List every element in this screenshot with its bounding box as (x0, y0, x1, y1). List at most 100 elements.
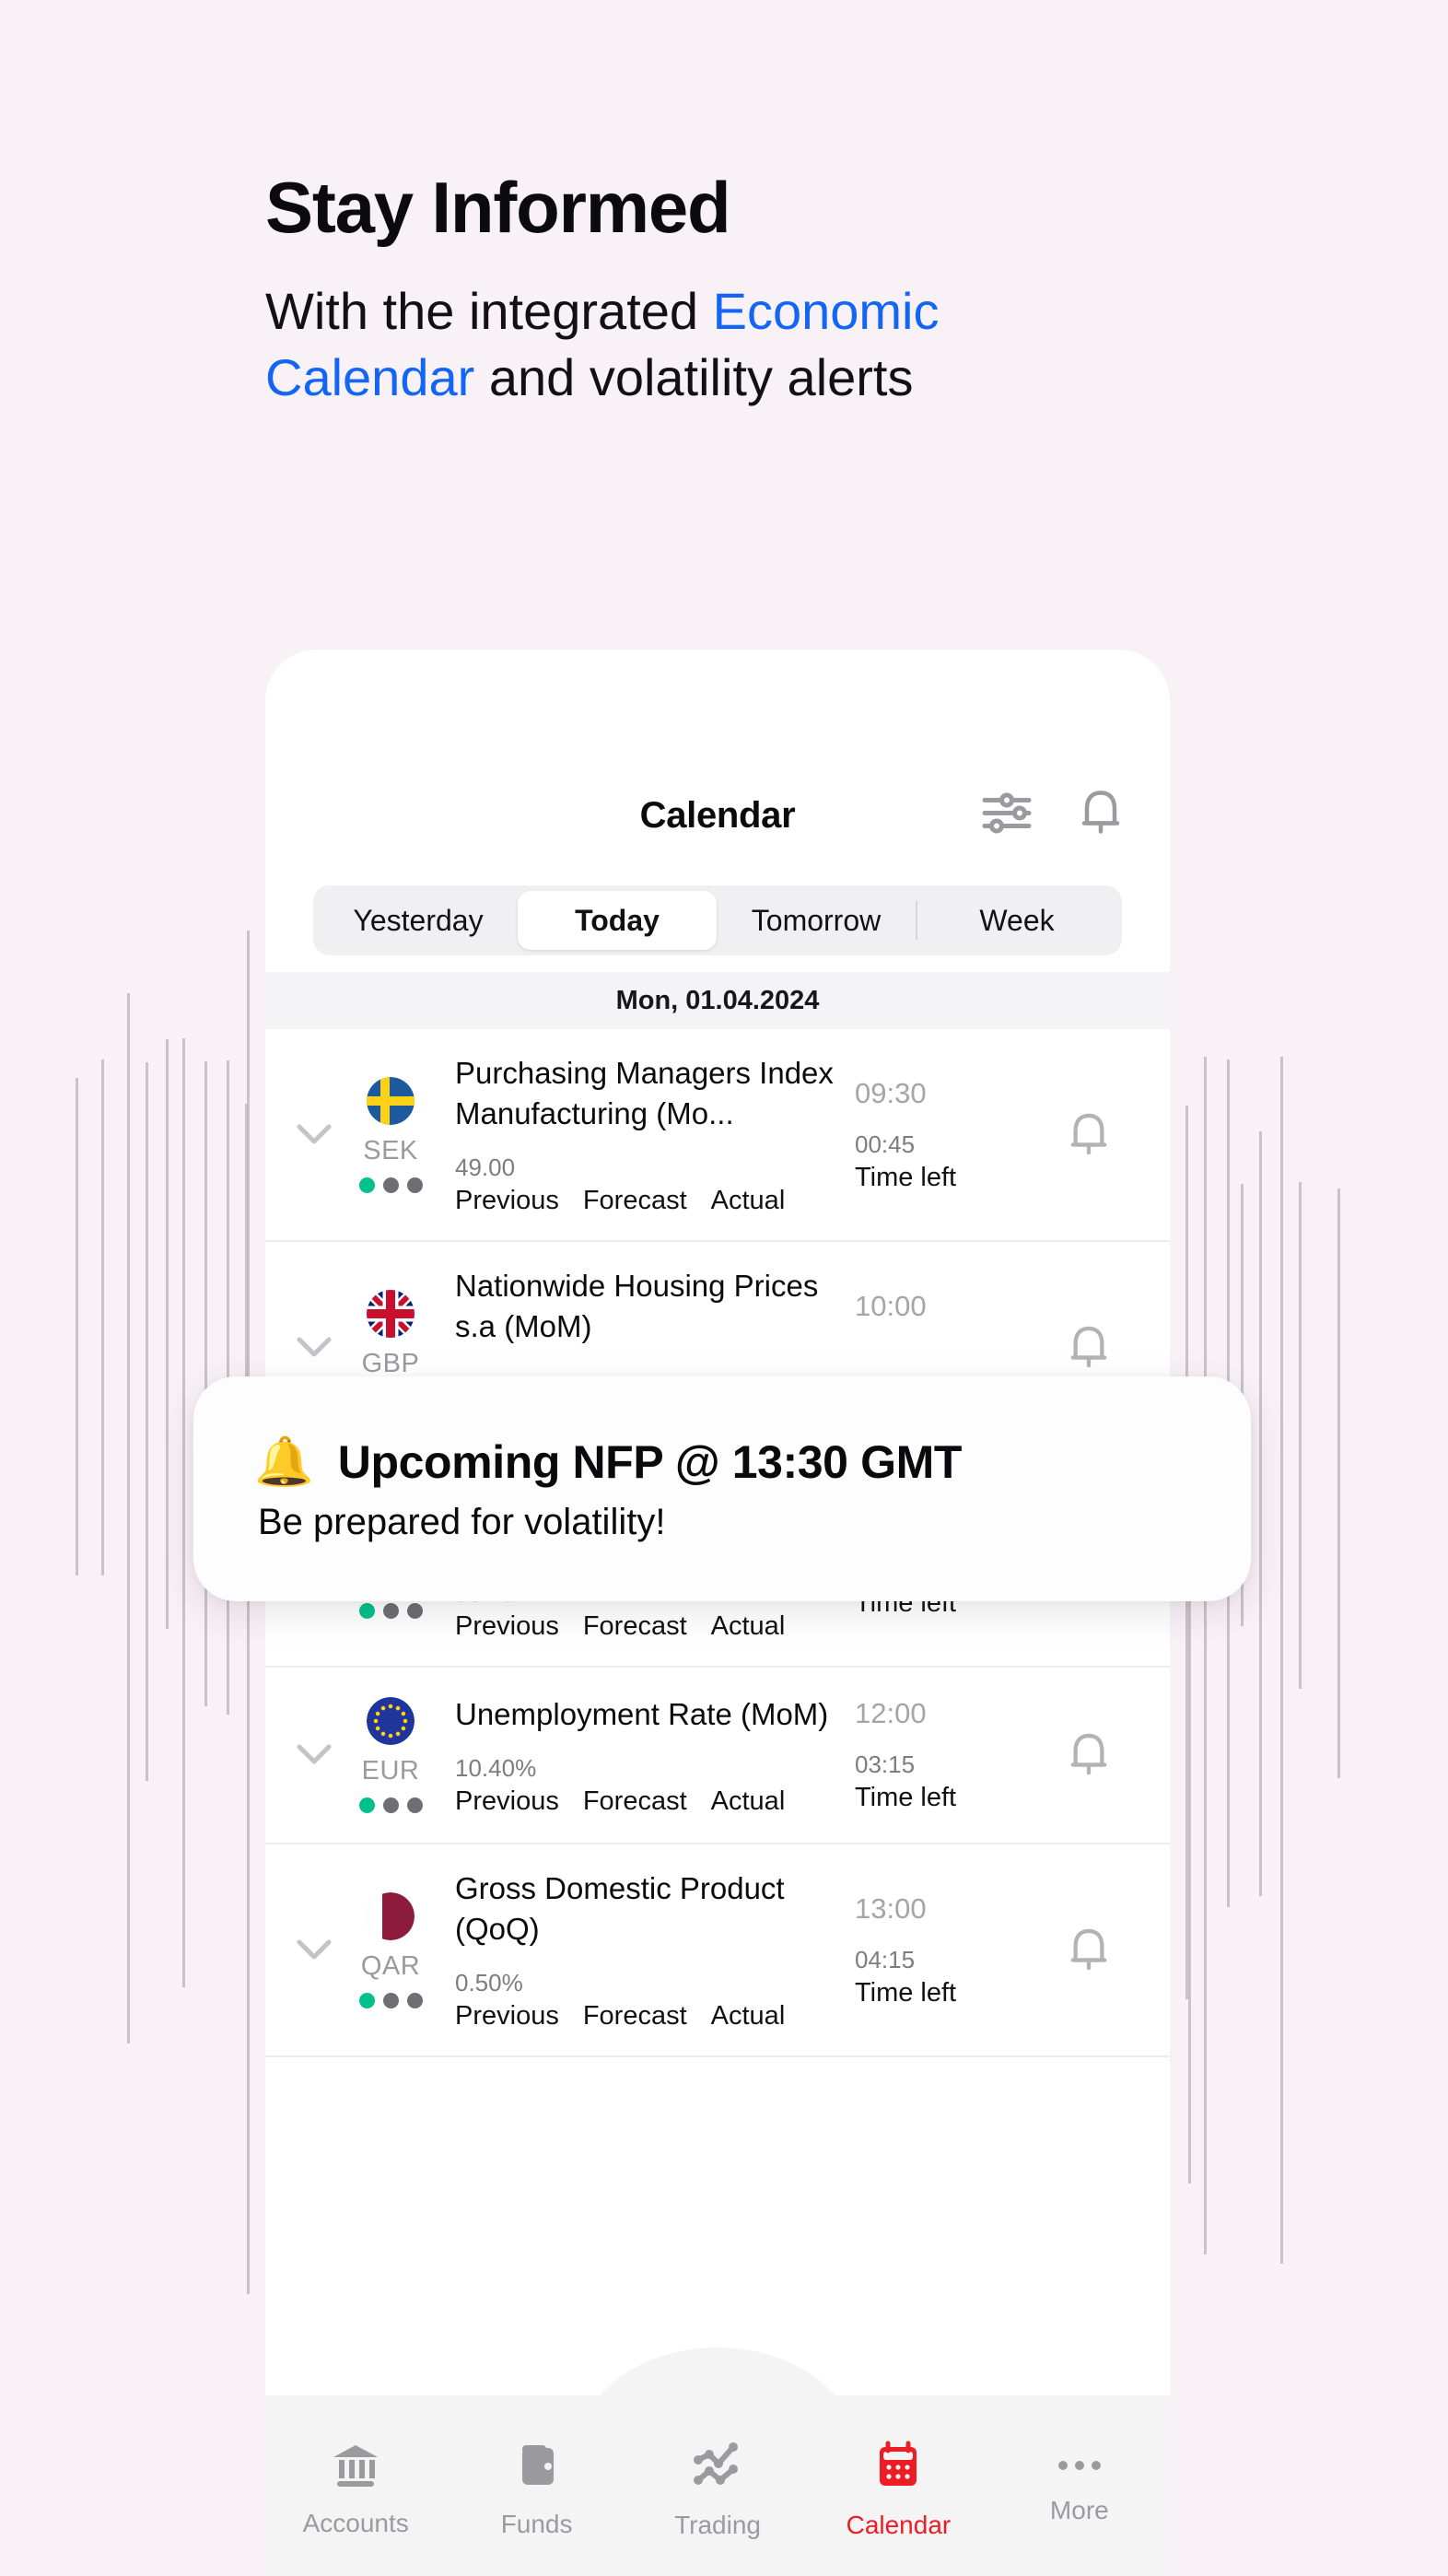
qatar-flag-icon (367, 1892, 415, 1940)
event-time: 12:00 (855, 1697, 1045, 1730)
previous-value: 0.50% (455, 1969, 846, 1997)
impact-dots (359, 1993, 423, 2008)
decorative-line (146, 1062, 148, 1781)
uk-flag-icon (367, 1290, 415, 1338)
currency-code: EUR (362, 1756, 420, 1786)
time-left-value (855, 1343, 1045, 1372)
label-actual: Actual (711, 1786, 786, 1817)
tab-tomorrow[interactable]: Tomorrow (717, 891, 916, 950)
label-previous: Previous (455, 2001, 559, 2032)
calendar-icon (874, 2440, 922, 2496)
impact-dots (359, 1797, 423, 1813)
decorative-line (76, 1078, 78, 1575)
ellipsis-icon (1054, 2454, 1105, 2481)
label-forecast: Forecast (583, 1786, 687, 1817)
decorative-line (182, 1038, 185, 1987)
label-previous: Previous (455, 1611, 559, 1642)
row-bell-icon[interactable] (1045, 1053, 1133, 1216)
nav-item-calendar[interactable]: Calendar (808, 2440, 988, 2540)
event-row[interactable]: SEKPurchasing Managers Index Manufacturi… (265, 1029, 1170, 1242)
toast-subtitle: Be prepared for volatility! (258, 1502, 1190, 1543)
nav-label: Accounts (303, 2509, 409, 2538)
impact-dot (359, 1993, 375, 2008)
event-timing: 12:00 03:15 Time left (855, 1692, 1045, 1819)
event-name: Nationwide Housing Prices s.a (MoM) (455, 1266, 846, 1346)
label-forecast: Forecast (583, 1186, 687, 1216)
tab-week[interactable]: Week (917, 891, 1116, 950)
row-bell-icon[interactable] (1045, 1692, 1133, 1819)
app-bar-actions (982, 789, 1122, 843)
volatility-alert-toast[interactable]: 🔔 Upcoming NFP @ 13:30 GMT Be prepared f… (193, 1376, 1251, 1601)
previous-value: 10.40% (455, 1754, 846, 1783)
event-row[interactable]: EURUnemployment Rate (MoM)10.40%Previous… (265, 1668, 1170, 1844)
expand-chevron-icon[interactable] (289, 1868, 339, 2032)
hero-subtitle-post: and volatility alerts (474, 348, 913, 406)
label-previous: Previous (455, 1186, 559, 1216)
nav-label: Calendar (847, 2511, 952, 2540)
bank-icon (330, 2441, 381, 2494)
decorative-line (1299, 1182, 1302, 1689)
nav-item-accounts[interactable]: Accounts (265, 2441, 446, 2538)
impact-dot (407, 1797, 423, 1813)
event-time: 09:30 (855, 1077, 1045, 1110)
app-bar-title: Calendar (640, 795, 796, 837)
wallet-icon (513, 2441, 561, 2495)
expand-chevron-icon[interactable] (289, 1692, 339, 1819)
nav-item-trading[interactable]: Trading (627, 2440, 808, 2540)
label-time-left: Time left (855, 1978, 1045, 2008)
event-timing: 13:0004:15Time left (855, 1868, 1045, 2032)
status-bar-spacer (265, 650, 1170, 760)
event-details: Gross Domestic Product (QoQ) 0.50% Previou… (442, 1868, 855, 2032)
bottom-navigation[interactable]: Accounts Funds Trading Calendar More (265, 2395, 1170, 2576)
tab-yesterday[interactable]: Yesterday (319, 891, 518, 950)
event-name: Unemployment Rate (MoM) (455, 1694, 846, 1735)
decorative-line (127, 993, 130, 2043)
label-forecast: Forecast (583, 1611, 687, 1642)
label-actual: Actual (711, 1611, 786, 1642)
column-labels: Previous Forecast Actual (455, 2001, 846, 2032)
currency-code: QAR (361, 1951, 420, 1982)
decorative-line (166, 1039, 169, 1629)
page-root: Stay Informed With the integrated Econom… (0, 0, 1448, 2576)
impact-dot (407, 1993, 423, 2008)
event-row[interactable]: QAR Gross Domestic Product (QoQ) 0.50% Prev… (265, 1844, 1170, 2057)
nav-item-funds[interactable]: Funds (446, 2441, 626, 2539)
nav-item-more[interactable]: More (989, 2454, 1170, 2525)
row-bell-icon[interactable] (1045, 1868, 1133, 2032)
label-time-left: Time left (855, 1783, 1045, 1813)
sliders-icon[interactable] (982, 792, 1032, 839)
expand-chevron-icon[interactable] (289, 1053, 339, 1216)
date-header: Mon, 01.04.2024 (265, 972, 1170, 1029)
toast-title-row: 🔔 Upcoming NFP @ 13:30 GMT (254, 1435, 1190, 1489)
impact-dot (359, 1177, 375, 1193)
time-left-value: 03:15 (855, 1751, 1045, 1779)
bell-emoji-icon: 🔔 (254, 1438, 314, 1486)
toast-title: Upcoming NFP @ 13:30 GMT (338, 1435, 962, 1489)
decorative-line (1280, 1057, 1283, 2264)
impact-dot (383, 1797, 399, 1813)
decorative-line (1188, 1520, 1191, 2184)
nav-label: Trading (674, 2511, 761, 2540)
sweden-flag-icon (367, 1077, 415, 1125)
event-name: Purchasing Managers Index Manufacturing … (455, 1053, 846, 1133)
impact-dots (359, 1177, 423, 1193)
previous-value: 49.00 (455, 1153, 846, 1182)
bell-icon[interactable] (1080, 789, 1122, 843)
decorative-line (204, 1061, 207, 1706)
tab-today[interactable]: Today (518, 891, 717, 950)
currency-column: SEK (339, 1053, 442, 1216)
label-forecast: Forecast (583, 2001, 687, 2032)
impact-dot (359, 1797, 375, 1813)
page-title: Stay Informed (265, 170, 1232, 245)
label-time-left: Time left (855, 1163, 1045, 1193)
event-timing: 09:3000:45Time left (855, 1053, 1045, 1216)
currency-column: EUR (339, 1692, 442, 1819)
label-actual: Actual (711, 2001, 786, 2032)
impact-dot (359, 1603, 375, 1619)
nav-label: More (1050, 2496, 1109, 2525)
hero-subtitle: With the integrated Economic Calendar an… (265, 278, 1021, 410)
period-tabs[interactable]: YesterdayTodayTomorrowWeek (313, 885, 1122, 955)
event-details: Purchasing Managers Index Manufacturing … (442, 1053, 855, 1216)
event-name: Gross Domestic Product (QoQ) (455, 1868, 846, 1949)
event-time: 13:00 (855, 1892, 1045, 1926)
